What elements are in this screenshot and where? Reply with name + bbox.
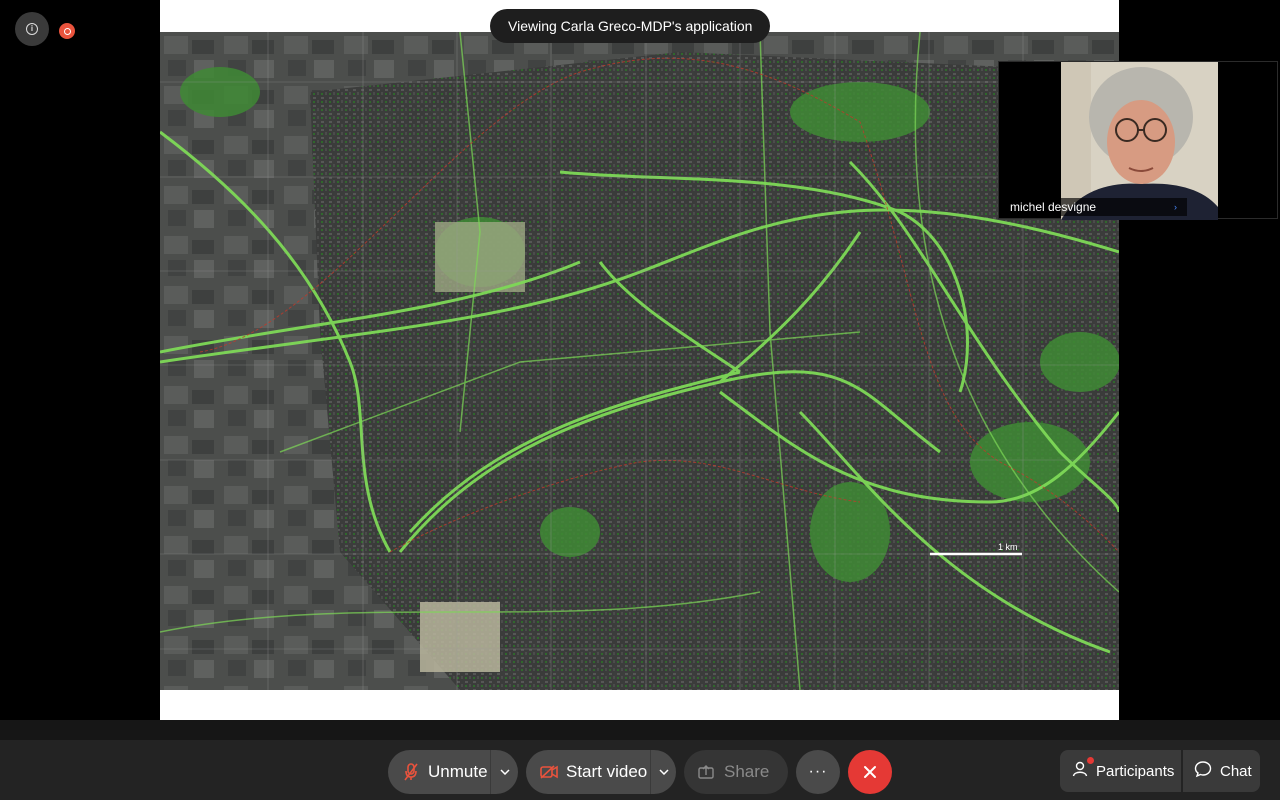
recording-icon[interactable] <box>59 23 75 39</box>
unmute-button[interactable]: Unmute <box>388 750 518 794</box>
shared-screen: 1 km <box>160 0 1119 720</box>
end-call-button[interactable] <box>848 750 892 794</box>
chevron-right-icon[interactable]: › <box>1174 198 1177 216</box>
meeting-control-bar: Unmute Start video Share ··· Participant… <box>0 740 1280 800</box>
close-icon <box>863 765 877 779</box>
muted-microphone-icon <box>404 763 418 781</box>
video-options-chevron-down-icon[interactable] <box>650 750 676 794</box>
more-options-button[interactable]: ··· <box>796 750 840 794</box>
map-scale-label: 1 km <box>998 542 1018 552</box>
participant-avatar-image <box>1061 62 1218 220</box>
chat-button[interactable]: Chat <box>1183 750 1260 792</box>
start-video-button[interactable]: Start video <box>526 750 676 794</box>
participant-video-tile[interactable]: michel desvigne › <box>998 61 1278 220</box>
participants-icon <box>1072 760 1090 782</box>
participants-label: Participants <box>1096 762 1175 780</box>
more-icon: ··· <box>808 763 828 780</box>
participants-notification-badge <box>1087 757 1094 764</box>
aerial-map: 1 km <box>160 32 1119 690</box>
share-label: Share <box>724 762 770 781</box>
info-icon: i <box>26 23 38 35</box>
start-video-label: Start video <box>566 762 648 781</box>
chat-label: Chat <box>1220 762 1252 780</box>
participant-video-feed <box>1061 62 1218 220</box>
chat-icon <box>1194 760 1212 782</box>
share-button[interactable]: Share <box>684 750 788 794</box>
participants-button[interactable]: Participants <box>1060 750 1181 792</box>
status-strip <box>0 720 1280 740</box>
viewing-banner: Viewing Carla Greco-MDP's application <box>490 9 771 43</box>
participant-name: michel desvigne <box>1010 200 1097 214</box>
unmute-label: Unmute <box>428 762 488 781</box>
meeting-info-button[interactable]: i <box>15 12 49 46</box>
audio-options-chevron-down-icon[interactable] <box>490 750 518 794</box>
participant-name-tag: michel desvigne › <box>1001 198 1187 216</box>
video-off-icon <box>540 765 558 779</box>
share-icon <box>698 765 714 779</box>
